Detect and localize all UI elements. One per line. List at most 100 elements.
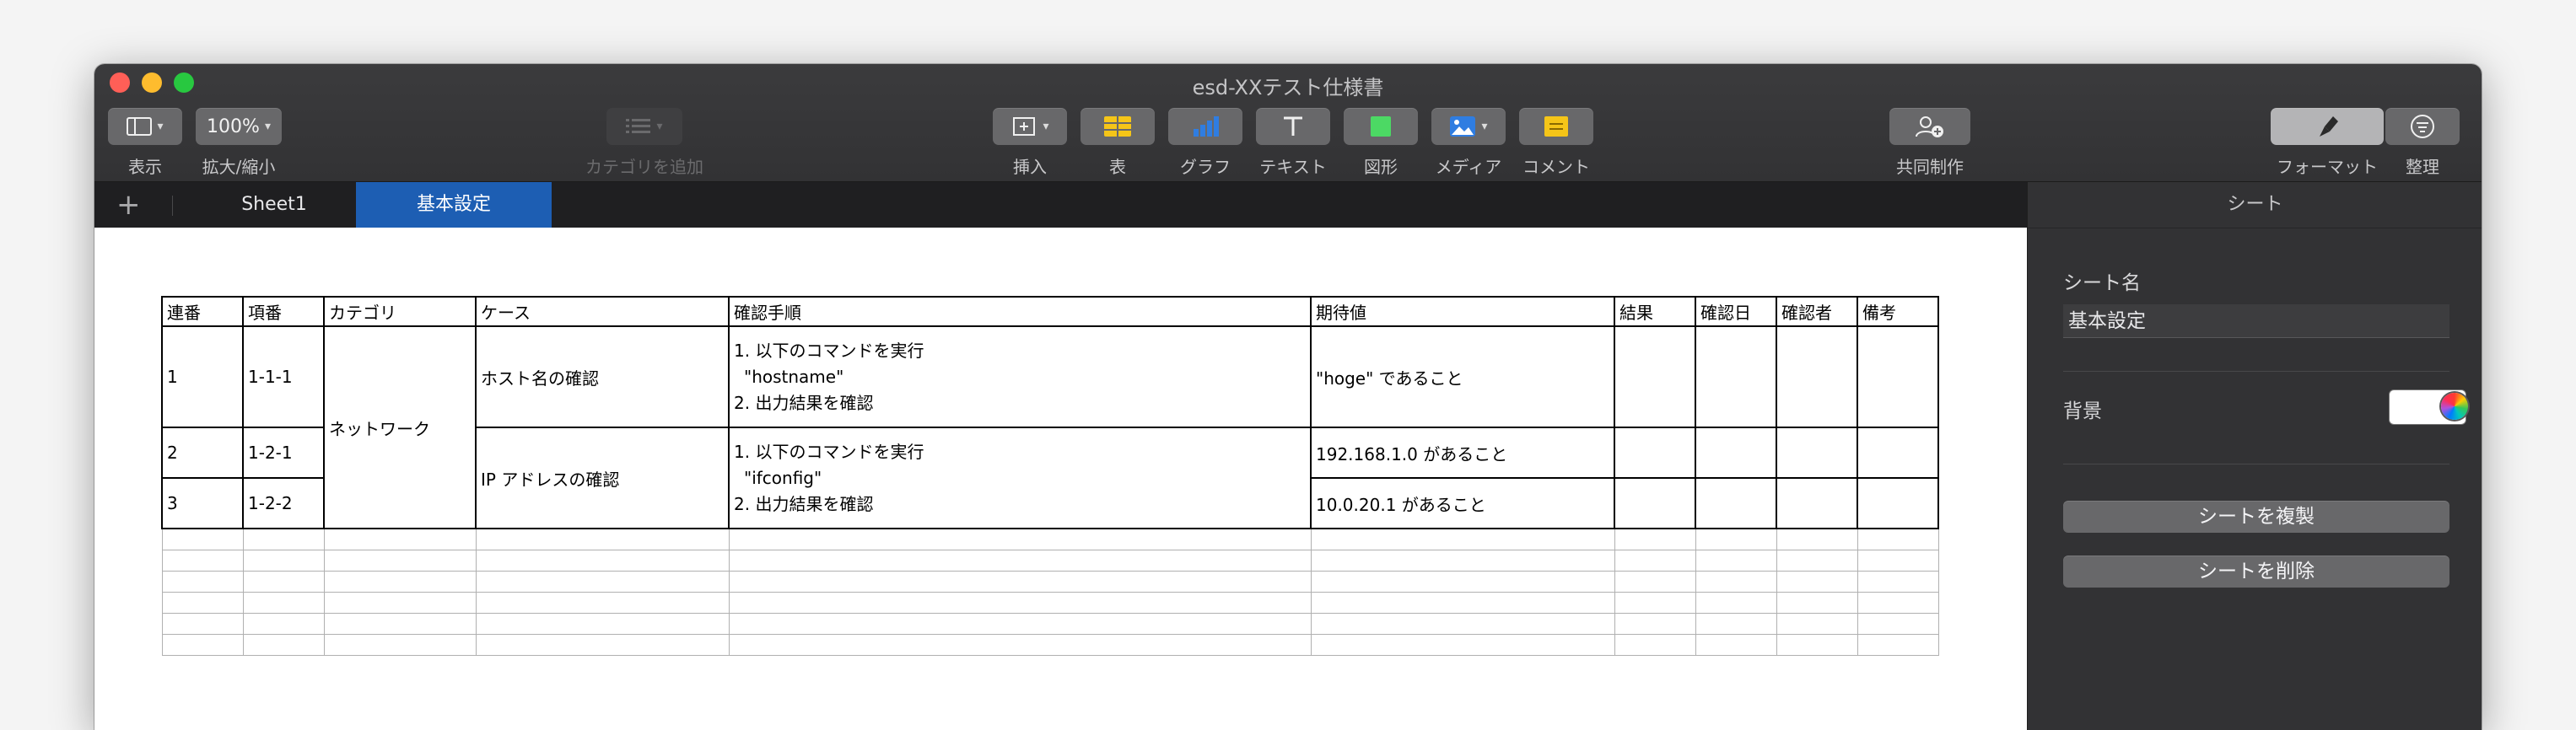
- empty-cell[interactable]: [1857, 571, 1939, 593]
- expected-cell[interactable]: 192.168.1.0 があること: [1310, 427, 1615, 479]
- checker-cell[interactable]: [1776, 325, 1858, 428]
- empty-cell[interactable]: [475, 528, 730, 550]
- empty-cell[interactable]: [1776, 613, 1858, 635]
- category-cell[interactable]: ネットワーク: [323, 325, 477, 529]
- empty-cell[interactable]: [1857, 592, 1939, 614]
- text-button[interactable]: [1256, 108, 1330, 145]
- empty-cell[interactable]: [475, 592, 730, 614]
- header-cell[interactable]: 備考: [1857, 296, 1939, 327]
- expected-cell[interactable]: "hoge" であること: [1310, 325, 1615, 428]
- empty-cell[interactable]: [1857, 550, 1939, 572]
- empty-cell[interactable]: [1776, 571, 1858, 593]
- empty-cell[interactable]: [1857, 613, 1939, 635]
- empty-cell[interactable]: [1310, 550, 1615, 572]
- empty-cell[interactable]: [1857, 634, 1939, 656]
- empty-cell[interactable]: [161, 634, 244, 656]
- empty-cell[interactable]: [1695, 634, 1777, 656]
- chart-button[interactable]: [1168, 108, 1242, 145]
- organize-button[interactable]: [2385, 108, 2460, 145]
- header-cell[interactable]: 確認者: [1776, 296, 1858, 327]
- empty-cell[interactable]: [728, 634, 1312, 656]
- date-cell[interactable]: [1695, 325, 1777, 428]
- header-cell[interactable]: カテゴリ: [323, 296, 477, 327]
- empty-cell[interactable]: [1776, 634, 1858, 656]
- empty-cell[interactable]: [242, 571, 325, 593]
- result-cell[interactable]: [1614, 427, 1696, 479]
- notes-cell[interactable]: [1857, 477, 1939, 529]
- empty-cell[interactable]: [1695, 528, 1777, 550]
- case-cell[interactable]: ホスト名の確認: [475, 325, 730, 428]
- empty-cell[interactable]: [475, 613, 730, 635]
- table-button[interactable]: [1081, 108, 1155, 145]
- empty-cell[interactable]: [728, 613, 1312, 635]
- serial-cell[interactable]: 1: [161, 325, 244, 428]
- checker-cell[interactable]: [1776, 427, 1858, 479]
- empty-cell[interactable]: [1857, 528, 1939, 550]
- format-button[interactable]: [2271, 108, 2384, 145]
- empty-cell[interactable]: [1614, 528, 1696, 550]
- empty-cell[interactable]: [242, 528, 325, 550]
- empty-cell[interactable]: [728, 528, 1312, 550]
- zoom-select[interactable]: 100% ▾: [196, 108, 282, 145]
- empty-cell[interactable]: [1310, 571, 1615, 593]
- header-cell[interactable]: ケース: [475, 296, 730, 327]
- date-cell[interactable]: [1695, 477, 1777, 529]
- header-cell[interactable]: 確認日: [1695, 296, 1777, 327]
- empty-cell[interactable]: [161, 613, 244, 635]
- empty-cell[interactable]: [728, 550, 1312, 572]
- empty-cell[interactable]: [1310, 634, 1615, 656]
- media-button[interactable]: ▾: [1431, 108, 1506, 145]
- empty-cell[interactable]: [1310, 613, 1615, 635]
- empty-cell[interactable]: [728, 592, 1312, 614]
- result-cell[interactable]: [1614, 325, 1696, 428]
- steps-cell[interactable]: 1. 以下のコマンドを実行 "hostname" 2. 出力結果を確認: [728, 325, 1312, 428]
- empty-cell[interactable]: [323, 613, 477, 635]
- empty-cell[interactable]: [475, 571, 730, 593]
- sheet-name-field[interactable]: 基本設定: [2063, 304, 2449, 338]
- empty-cell[interactable]: [323, 550, 477, 572]
- insert-button[interactable]: ▾: [993, 108, 1067, 145]
- comment-button[interactable]: [1519, 108, 1593, 145]
- empty-cell[interactable]: [161, 528, 244, 550]
- header-cell[interactable]: 期待値: [1310, 296, 1615, 327]
- empty-cell[interactable]: [323, 634, 477, 656]
- tab-sheet1[interactable]: Sheet1: [213, 182, 336, 228]
- empty-cell[interactable]: [323, 571, 477, 593]
- item-cell[interactable]: 1-2-1: [242, 427, 325, 479]
- empty-cell[interactable]: [1695, 550, 1777, 572]
- empty-cell[interactable]: [1310, 528, 1615, 550]
- date-cell[interactable]: [1695, 427, 1777, 479]
- steps-cell[interactable]: 1. 以下のコマンドを実行 "ifconfig" 2. 出力結果を確認: [728, 427, 1312, 529]
- empty-cell[interactable]: [1695, 592, 1777, 614]
- empty-cell[interactable]: [161, 592, 244, 614]
- empty-cell[interactable]: [1614, 592, 1696, 614]
- empty-cell[interactable]: [1695, 613, 1777, 635]
- empty-cell[interactable]: [242, 592, 325, 614]
- shape-button[interactable]: [1344, 108, 1418, 145]
- empty-cell[interactable]: [1614, 634, 1696, 656]
- empty-cell[interactable]: [1310, 592, 1615, 614]
- item-cell[interactable]: 1-2-2: [242, 477, 325, 529]
- empty-cell[interactable]: [1614, 613, 1696, 635]
- serial-cell[interactable]: 3: [161, 477, 244, 529]
- item-cell[interactable]: 1-1-1: [242, 325, 325, 428]
- empty-cell[interactable]: [1614, 571, 1696, 593]
- collaborate-button[interactable]: [1889, 108, 1970, 145]
- tab-basic-settings[interactable]: 基本設定: [356, 182, 552, 228]
- empty-cell[interactable]: [1776, 592, 1858, 614]
- empty-cell[interactable]: [161, 571, 244, 593]
- notes-cell[interactable]: [1857, 427, 1939, 479]
- add-sheet-button[interactable]: +: [116, 188, 141, 222]
- empty-cell[interactable]: [475, 550, 730, 572]
- empty-cell[interactable]: [1776, 550, 1858, 572]
- header-cell[interactable]: 確認手順: [728, 296, 1312, 327]
- empty-cell[interactable]: [1776, 528, 1858, 550]
- empty-cell[interactable]: [475, 634, 730, 656]
- checker-cell[interactable]: [1776, 477, 1858, 529]
- empty-cell[interactable]: [242, 634, 325, 656]
- expected-cell[interactable]: 10.0.20.1 があること: [1310, 477, 1615, 529]
- header-cell[interactable]: 項番: [242, 296, 325, 327]
- delete-sheet-button[interactable]: シートを削除: [2063, 556, 2449, 588]
- notes-cell[interactable]: [1857, 325, 1939, 428]
- empty-cell[interactable]: [1695, 571, 1777, 593]
